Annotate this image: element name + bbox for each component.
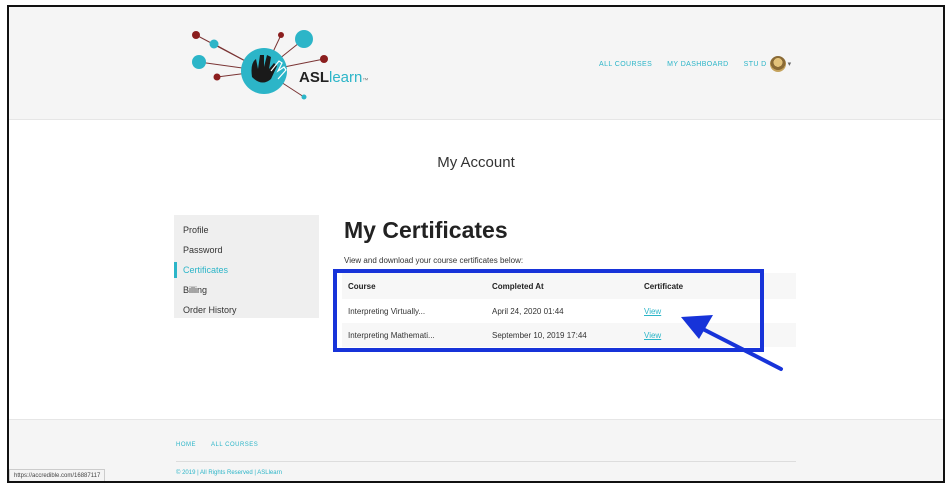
browser-viewport: ASLlearn™ ALL COURSES MY DASHBOARD STU D… <box>7 5 945 483</box>
nav-all-courses[interactable]: ALL COURSES <box>599 61 652 68</box>
sidemenu-item-order-history[interactable]: Order History <box>174 300 319 320</box>
status-bar-url: https://accredible.com/16887117 <box>9 469 106 481</box>
course-name: Interpreting Virtually... <box>348 306 426 316</box>
footer-divider <box>176 461 796 462</box>
certificates-heading: My Certificates <box>344 217 508 243</box>
sidemenu-item-profile[interactable]: Profile <box>174 220 319 240</box>
asllearn-logo-icon[interactable] <box>174 19 374 109</box>
chevron-down-icon[interactable]: ▾ <box>788 60 792 68</box>
page-title: My Account <box>437 154 515 171</box>
sidemenu-item-certificates[interactable]: Certificates <box>174 260 319 280</box>
header-certificate: Certificate <box>644 281 684 291</box>
top-navigation: ALL COURSES MY DASHBOARD STU D ▾ <box>599 56 791 72</box>
logo-tm: ™ <box>362 78 369 84</box>
annotation-arrow-icon <box>681 315 783 371</box>
course-name: Interpreting Mathemati... <box>348 330 435 340</box>
completed-date: April 24, 2020 01:44 <box>492 306 564 316</box>
header-completed-at: Completed At <box>492 281 544 291</box>
sidemenu-item-password[interactable]: Password <box>174 240 319 260</box>
footer-home-link[interactable]: HOME <box>176 442 196 448</box>
avatar[interactable] <box>769 56 786 72</box>
site-footer: HOME ALL COURSES © 2019 | All Rights Res… <box>9 419 943 481</box>
footer-all-courses-link[interactable]: ALL COURSES <box>211 442 258 448</box>
header-course: Course <box>348 281 376 291</box>
logo-wordmark[interactable]: ASLlearn™ <box>299 69 368 86</box>
account-sidemenu: Profile Password Certificates Billing Or… <box>174 215 319 318</box>
footer-links: HOME ALL COURSES <box>176 442 273 448</box>
footer-copyright: © 2019 | All Rights Reserved | ASLlearn <box>176 470 282 476</box>
user-name[interactable]: STU D <box>744 61 767 68</box>
completed-date: September 10, 2019 17:44 <box>492 330 587 340</box>
sidemenu-item-billing[interactable]: Billing <box>174 280 319 300</box>
certificates-subtitle: View and download your course certificat… <box>344 256 524 265</box>
site-header: ASLlearn™ ALL COURSES MY DASHBOARD STU D… <box>9 7 943 120</box>
logo-bold-text: ASL <box>299 69 329 86</box>
table-header-row: Course Completed At Certificate <box>342 273 796 299</box>
nav-my-dashboard[interactable]: MY DASHBOARD <box>667 61 728 68</box>
logo-light-text: learn <box>329 69 363 86</box>
